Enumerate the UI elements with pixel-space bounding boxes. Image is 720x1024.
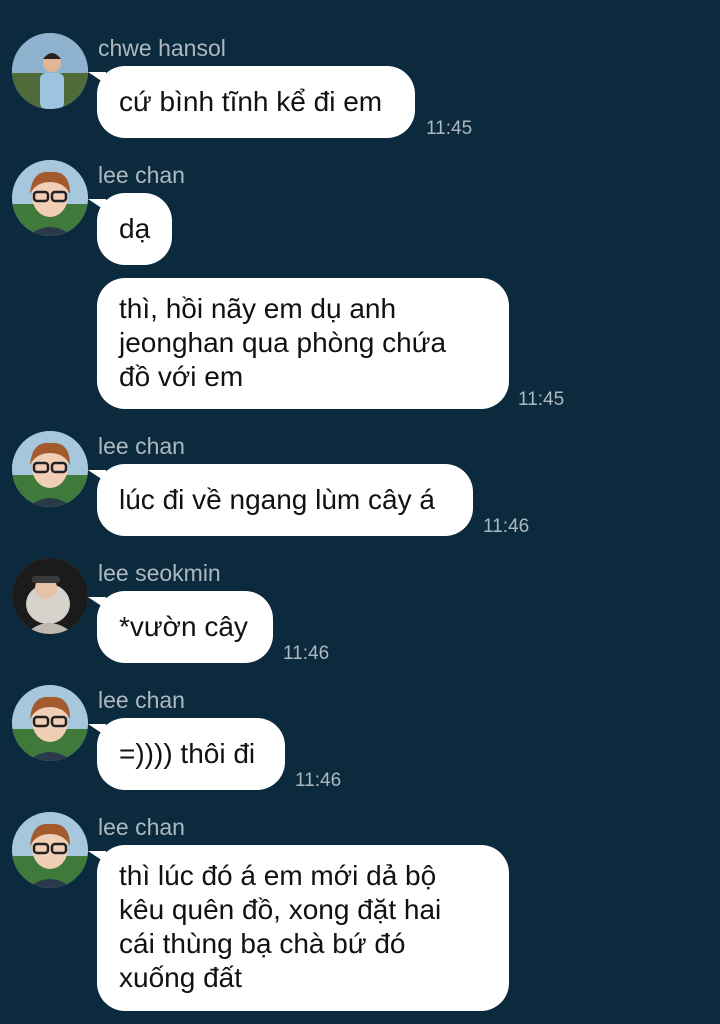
lee-chan-avatar[interactable]: [12, 685, 88, 761]
message-text: *vườn cây: [119, 611, 248, 642]
message-time: 11:46: [483, 516, 530, 537]
sender-name: lee seokmin: [98, 560, 221, 586]
sender-name: chwe hansol: [98, 35, 226, 61]
message-time: 11:45: [518, 389, 565, 410]
message-bubble[interactable]: thì, hồi nãy em dụ anh jeonghan qua phòn…: [97, 278, 509, 409]
message-bubble[interactable]: cứ bình tĩnh kể đi em: [88, 66, 415, 138]
message-bubble[interactable]: *vườn cây: [88, 591, 273, 663]
sender-name: lee chan: [98, 687, 185, 713]
lee-chan-avatar[interactable]: [12, 160, 88, 236]
sender-name: lee chan: [98, 162, 185, 188]
message-text: =)))) thôi đi: [119, 738, 256, 769]
lee-seokmin-avatar[interactable]: [12, 558, 88, 634]
message-time: 11:46: [283, 643, 330, 664]
message-text: dạ: [119, 213, 151, 244]
chat-view[interactable]: chwe hansol cứ bình tĩnh kể đi em 11:45 …: [0, 0, 720, 1024]
chwe-hansol-avatar[interactable]: [12, 33, 88, 109]
message-bubble[interactable]: thì lúc đó á em mới dả bộ kêu quên đồ, x…: [88, 845, 509, 1011]
lee-chan-avatar[interactable]: [12, 812, 88, 888]
lee-chan-avatar[interactable]: [12, 431, 88, 507]
sender-name: lee chan: [98, 433, 185, 459]
message-text: cứ bình tĩnh kể đi em: [119, 86, 383, 117]
message-text: thì lúc đó á em mới dả bộ kêu quên đồ, x…: [119, 860, 442, 993]
message-bubble[interactable]: =)))) thôi đi: [88, 718, 285, 790]
message-time: 11:46: [295, 770, 342, 791]
message-bubble[interactable]: dạ: [88, 193, 172, 265]
message-time: 11:45: [426, 118, 473, 139]
message-bubble[interactable]: lúc đi về ngang lùm cây á: [88, 464, 473, 536]
message-text: thì, hồi nãy em dụ anh jeonghan qua phòn…: [119, 293, 447, 392]
message-text: lúc đi về ngang lùm cây á: [119, 484, 435, 515]
sender-name: lee chan: [98, 814, 185, 840]
